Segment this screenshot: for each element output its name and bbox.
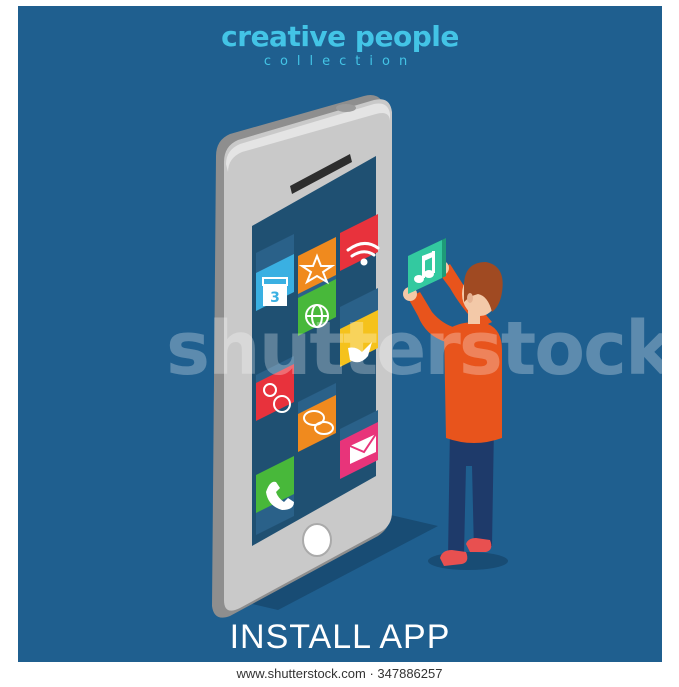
install-app-scene: 3	[212, 95, 508, 618]
install-app-caption: INSTALL APP	[229, 618, 451, 656]
stock-image-url: www.shutterstock.com · 347886257	[236, 666, 443, 681]
top-button	[336, 104, 356, 112]
person-shirt	[444, 322, 502, 443]
person-legs	[448, 426, 494, 558]
right-shoe	[466, 538, 492, 552]
left-shoe	[440, 550, 468, 566]
illustration-panel: creative people collection 3 shutterstoc…	[18, 6, 662, 662]
person-arm-left	[408, 292, 456, 342]
calendar-day: 3	[270, 290, 280, 306]
music-app-tile	[408, 238, 446, 294]
home-button	[302, 523, 332, 557]
